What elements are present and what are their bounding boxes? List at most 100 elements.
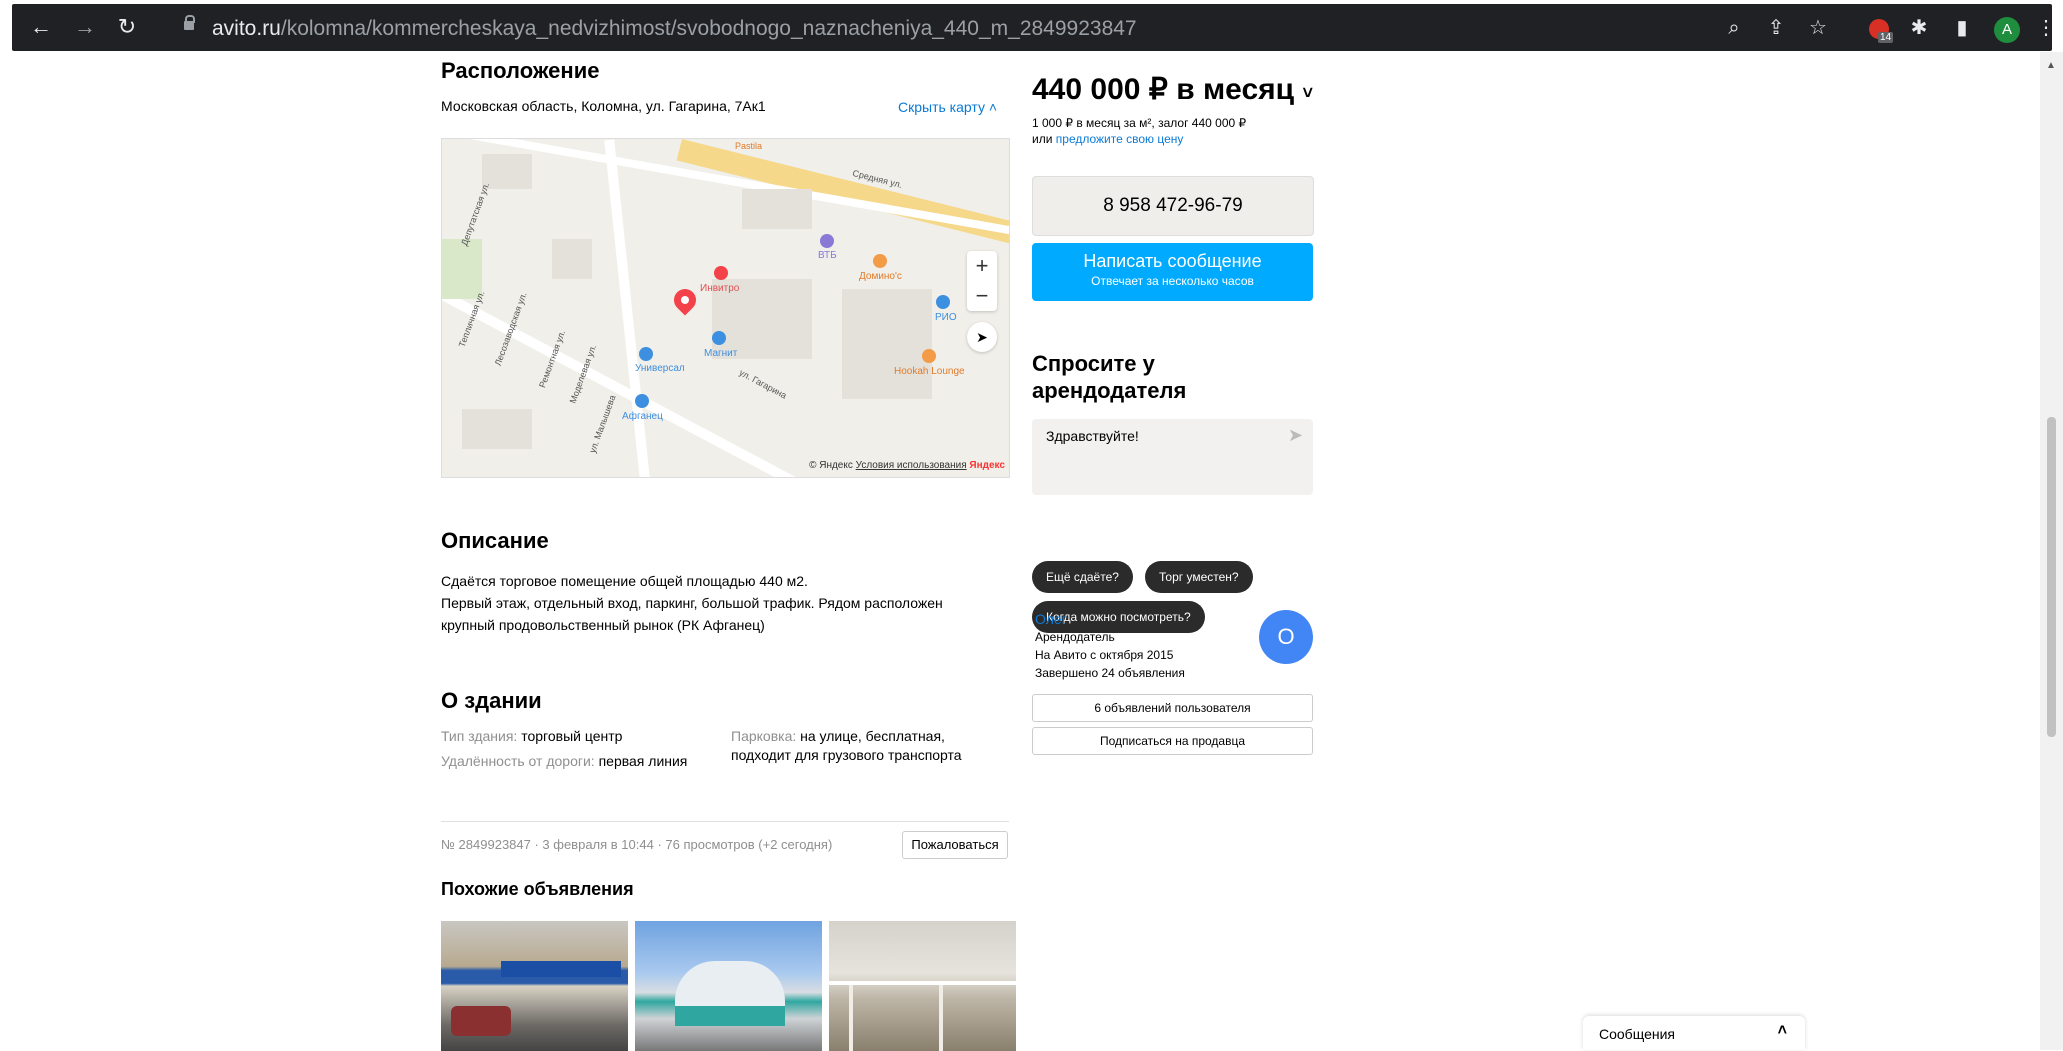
sidepanel-icon[interactable]: ▮ (1950, 16, 1974, 40)
url-path: /kolomna/kommercheskaya_nedvizhimost/svo… (280, 17, 1137, 40)
similar-listing-image[interactable] (441, 921, 628, 1051)
building-type: Тип здания: торговый центр (441, 727, 622, 746)
building-title: О здании (441, 688, 542, 713)
profile-avatar[interactable]: A (1994, 17, 2020, 43)
divider (441, 821, 1009, 822)
map-poi: Инвитро (700, 283, 740, 294)
map-building (842, 289, 932, 399)
similar-listing-image[interactable] (829, 921, 1016, 1051)
zoom-in-icon[interactable]: + (967, 251, 997, 281)
seller-ads-button[interactable]: 6 объявлений пользователя (1032, 694, 1313, 722)
browser-bar: ← → ↻ avito.ru/kolomna/kommercheskaya_ne… (12, 4, 2056, 51)
reload-icon[interactable]: ↻ (116, 16, 138, 38)
map-poi: Магнит (704, 348, 738, 359)
messages-label: Сообщения (1599, 1026, 1675, 1042)
similar-title: Похожие объявления (441, 879, 634, 899)
scroll-up-icon[interactable]: ▲ (2046, 60, 2056, 71)
map[interactable]: Pastila Средняя ул. ВТБ Домино'с Инвитро… (441, 138, 1010, 478)
price-or: или (1032, 132, 1053, 146)
description-line: крупный продовольственный рынок (РК Афга… (441, 617, 765, 633)
restaurant-icon (873, 254, 887, 268)
scrollbar-thumb[interactable] (2047, 417, 2056, 737)
quick-question-chip[interactable]: Торг уместен? (1145, 561, 1253, 593)
map-poi: Универсал (635, 363, 685, 374)
map-poi: ВТБ (818, 250, 837, 261)
seller-name[interactable]: Олег (1035, 610, 1185, 628)
bookmark-star-icon[interactable]: ☆ (1806, 16, 1830, 40)
hide-map-label: Скрыть карту (898, 99, 985, 115)
map-footer: © Яндекс Условия использования Яндекс (809, 460, 1005, 471)
messages-bar[interactable]: Сообщения ˄ (1583, 1016, 1805, 1050)
scrollbar[interactable]: ▲ (2040, 52, 2063, 1050)
url-host: avito.ru (212, 17, 281, 40)
seller-since: На Авито с октября 2015 (1035, 648, 1174, 662)
zoom-out-icon[interactable]: − (967, 281, 997, 311)
hide-map-link[interactable]: Скрыть карту ˄ (898, 99, 997, 115)
share-icon[interactable]: ⇪ (1764, 16, 1788, 40)
offer-price-link[interactable]: предложите свою цену (1056, 132, 1184, 146)
subscribe-button[interactable]: Подписаться на продавца (1032, 727, 1313, 755)
address-bar[interactable]: avito.ru/kolomna/kommercheskaya_nedvizhi… (212, 17, 1137, 41)
seller-role: Арендодатель (1035, 630, 1115, 644)
map-label: ул. Гагарина (737, 367, 789, 401)
location-title: Расположение (441, 58, 600, 83)
price-details: 1 000 ₽ в месяц за м², залог 440 000 ₽ и… (1032, 115, 1246, 147)
description-title: Описание (441, 528, 549, 553)
price-per-meter: 1 000 ₽ в месяц за м², залог 440 000 ₽ (1032, 116, 1247, 130)
chevron-down-icon: ˅ (1302, 83, 1313, 103)
zoom-icon[interactable]: ⌕ (1722, 16, 1746, 40)
report-button[interactable]: Пожаловаться (902, 831, 1008, 859)
send-icon[interactable]: ➤ (1288, 425, 1303, 446)
address-text: Московская область, Коломна, ул. Гагарин… (441, 98, 766, 114)
message-text: Здравствуйте! (1046, 428, 1139, 444)
building-parking: Парковка: на улице, бесплатная, подходит… (731, 727, 962, 765)
map-main-road (676, 139, 1009, 248)
chevron-up-icon[interactable]: ˄ (1778, 1022, 1787, 1040)
description-line: Сдаётся торговое помещение общей площадь… (441, 573, 808, 589)
seller-completed: Завершено 24 объявления (1035, 666, 1185, 680)
message-input[interactable]: Здравствуйте! ➤ (1032, 419, 1313, 495)
response-time: Отвечает за несколько часов (1091, 274, 1254, 288)
page-content: Расположение Московская область, Коломна… (0, 52, 2040, 1051)
building-type-label: Тип здания: (441, 728, 518, 744)
quick-question-chip[interactable]: Ещё сдаёте? (1032, 561, 1133, 593)
puzzle-icon[interactable]: ✱ (1907, 16, 1931, 40)
show-phone-button[interactable]: 8 958 472-96-79 (1032, 176, 1314, 236)
extension-badge: 14 (1878, 32, 1894, 43)
map-poi: РИО (935, 312, 957, 323)
building-parking-label: Парковка: (731, 728, 797, 744)
building-distance: Удалённость от дороги: первая линия (441, 752, 687, 771)
similar-listing-image[interactable] (635, 921, 822, 1051)
map-poi: Афганец (622, 411, 663, 422)
map-building (552, 239, 592, 279)
forward-icon[interactable]: → (74, 16, 96, 38)
building-type-value: торговый центр (521, 728, 623, 744)
avatar[interactable]: О (1259, 610, 1313, 664)
map-building (742, 189, 812, 229)
building-distance-value: первая линия (598, 753, 688, 769)
write-message-label: Написать сообщение (1083, 251, 1262, 271)
building-parking-value2: подходит для грузового транспорта (731, 747, 962, 763)
map-terms-link[interactable]: Условия использования (856, 460, 967, 471)
geolocation-icon[interactable]: ➤ (967, 322, 997, 352)
menu-kebab-icon[interactable]: ⋮ (2034, 16, 2058, 40)
map-copyright: © Яндекс (809, 460, 853, 471)
map-label: Pastila (735, 141, 763, 151)
bank-icon (820, 234, 834, 248)
yandex-logo[interactable]: Яндекс (969, 460, 1005, 471)
location-pin-icon[interactable] (669, 284, 701, 316)
browser-toolbar: ← → ↻ avito.ru/kolomna/kommercheskaya_ne… (0, 0, 2063, 52)
shop-icon (712, 331, 726, 345)
description-line: Первый этаж, отдельный вход, паркинг, бо… (441, 595, 943, 611)
shop-icon (635, 394, 649, 408)
map-poi: Домино'с (859, 271, 902, 282)
write-message-button[interactable]: Написать сообщение Отвечает за несколько… (1032, 243, 1313, 301)
chevron-up-icon: ˄ (988, 99, 998, 115)
building-distance-label: Удалённость от дороги: (441, 753, 595, 769)
map-road (604, 139, 650, 477)
map-label: Депутатская ул. (459, 181, 492, 247)
back-icon[interactable]: ← (30, 16, 52, 38)
shop-icon (639, 347, 653, 361)
description-text: Сдаётся торговое помещение общей площадь… (441, 570, 943, 636)
price[interactable]: 440 000 ₽ в месяц ˅ (1032, 72, 1313, 107)
